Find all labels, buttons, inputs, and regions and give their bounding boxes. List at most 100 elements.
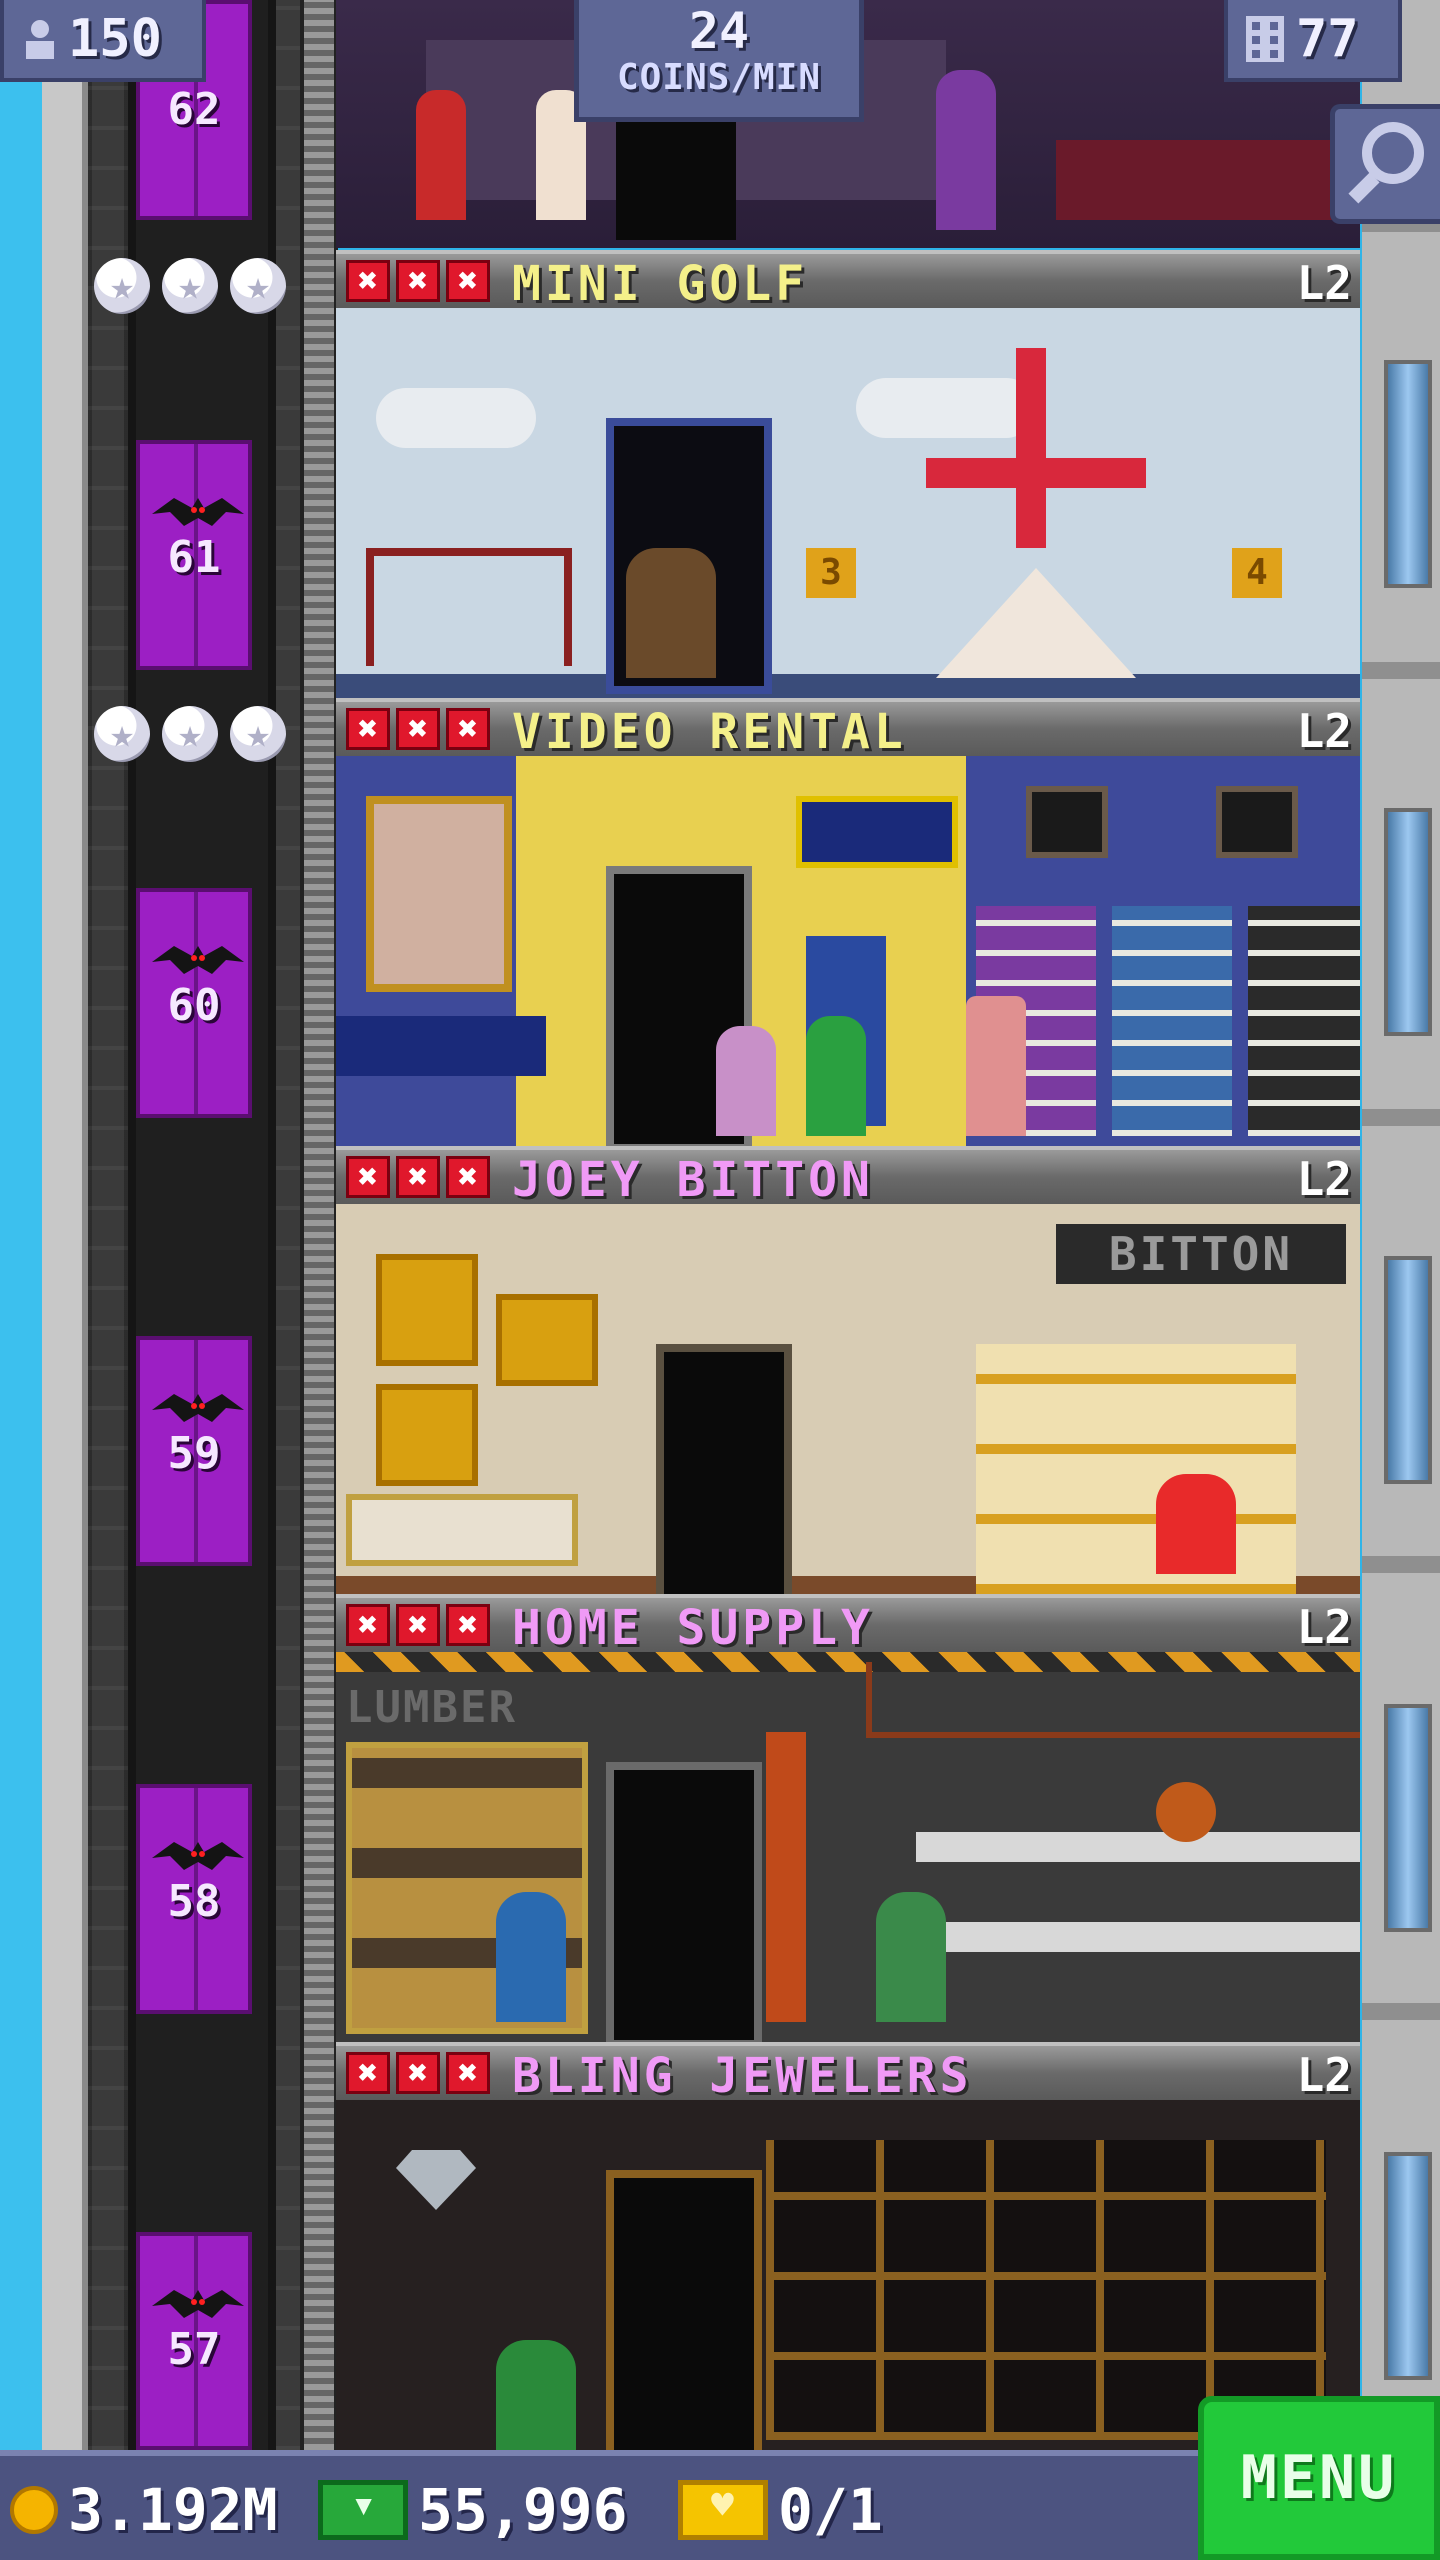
tickets-value: 0/1 [778, 2476, 883, 2544]
tower-window [1384, 1256, 1432, 1484]
floor-count-value: 77 [1296, 9, 1359, 69]
tower-window [1384, 808, 1432, 1036]
floor-interior: BITTON [336, 1204, 1360, 1594]
vip-tickets[interactable]: 0/1 [678, 2476, 883, 2544]
star-icon: ★ [230, 258, 286, 314]
bat-icon [152, 490, 244, 534]
elevator-car-61[interactable]: 61 [136, 440, 252, 670]
out-of-stock-icon: ✖ [396, 708, 440, 750]
floor-name: MINI GOLF [512, 256, 809, 312]
floor-name: JOEY BITTON [512, 1152, 874, 1208]
tower-window [1384, 1704, 1432, 1932]
golf-hole-marker: 3 [806, 548, 856, 598]
out-of-stock-icon: ✖ [396, 1156, 440, 1198]
star-icon: ★ [162, 706, 218, 762]
elevator-floor-number: 62 [167, 84, 221, 135]
floor-mini-golf[interactable]: ✖ ✖ ✖ MINI GOLF L2 3 4 [336, 250, 1360, 698]
out-of-stock-icon: ✖ [396, 1604, 440, 1646]
floor-61-stars: ★ ★ ★ [94, 258, 304, 318]
star-icon: ★ [94, 706, 150, 762]
floor-interior: 3 4 [336, 308, 1360, 698]
coins-per-minute-value: 24 [688, 2, 750, 60]
building-icon [1246, 16, 1284, 62]
out-of-stock-icon: ✖ [446, 2052, 490, 2094]
bux-balance[interactable]: 55,996 [318, 2476, 628, 2544]
floor-header: ✖ ✖ ✖ MINI GOLF L2 [336, 250, 1360, 312]
floor-video-rental[interactable]: ✖ ✖ ✖ VIDEO RENTAL L2 [336, 698, 1360, 1146]
out-of-stock-icon: ✖ [446, 1156, 490, 1198]
elevator-floor-number: 58 [167, 1876, 221, 1927]
floor-home-supply[interactable]: ✖ ✖ ✖ HOME SUPPLY L2 LUMBER [336, 1594, 1360, 2042]
bat-icon [152, 938, 244, 982]
stock-indicators: ✖ ✖ ✖ [346, 708, 490, 750]
elevator-floor-number: 61 [167, 532, 221, 583]
sky [0, 0, 42, 2560]
magnifier-icon [1348, 122, 1424, 204]
floor-level: L2 [1296, 704, 1352, 758]
stock-indicators: ✖ ✖ ✖ [346, 2052, 490, 2094]
star-icon: ★ [94, 258, 150, 314]
star-icon: ★ [230, 706, 286, 762]
out-of-stock-icon: ✖ [446, 1604, 490, 1646]
elevator-car-57[interactable]: 57 [136, 2232, 252, 2450]
elevator-floor-number: 59 [167, 1428, 221, 1479]
floor-header: ✖ ✖ ✖ BLING JEWELERS L2 [336, 2042, 1360, 2104]
tower-outer-wall [42, 0, 88, 2560]
floor-level: L2 [1296, 256, 1352, 310]
menu-label: MENU [1240, 2443, 1398, 2513]
bat-icon [152, 1834, 244, 1878]
floor-header: ✖ ✖ ✖ JOEY BITTON L2 [336, 1146, 1360, 1208]
elevator-rail [300, 0, 338, 2450]
out-of-stock-icon: ✖ [446, 708, 490, 750]
floor-name: BLING JEWELERS [512, 2048, 973, 2104]
floor-counter[interactable]: 77 [1224, 0, 1402, 82]
tower-window [1384, 360, 1432, 588]
floor-header: ✖ ✖ ✖ HOME SUPPLY L2 [336, 1594, 1360, 1656]
elevator-car-59[interactable]: 59 [136, 1336, 252, 1566]
bat-icon [152, 1386, 244, 1430]
star-icon: ★ [162, 258, 218, 314]
coins-value: 3.192M [68, 2476, 278, 2544]
elevator-car-58[interactable]: 58 [136, 1784, 252, 2014]
bat-icon [152, 2282, 244, 2326]
floor-interior: LUMBER [336, 1652, 1360, 2042]
person-icon [26, 20, 54, 59]
tower-window [1384, 2152, 1432, 2380]
stock-indicators: ✖ ✖ ✖ [346, 1156, 490, 1198]
out-of-stock-icon: ✖ [346, 1604, 390, 1646]
floor-bling-jewelers[interactable]: ✖ ✖ ✖ BLING JEWELERS L2 [336, 2042, 1360, 2450]
elevator-floor-number: 57 [167, 2324, 221, 2375]
floor-60-stars: ★ ★ ★ [94, 706, 304, 766]
floor-joey-bitton[interactable]: ✖ ✖ ✖ JOEY BITTON L2 BITTON [336, 1146, 1360, 1594]
search-button[interactable] [1330, 104, 1440, 224]
out-of-stock-icon: ✖ [396, 260, 440, 302]
out-of-stock-icon: ✖ [346, 2052, 390, 2094]
coin-icon [10, 2486, 58, 2534]
elevator-car-60[interactable]: 60 [136, 888, 252, 1118]
out-of-stock-icon: ✖ [396, 2052, 440, 2094]
population-counter[interactable]: 150 [0, 0, 206, 82]
coins-per-minute-label: COINS/MIN [616, 57, 822, 98]
out-of-stock-icon: ✖ [346, 1156, 390, 1198]
floor-interior [336, 756, 1360, 1146]
bux-icon [318, 2479, 408, 2540]
floor-header: ✖ ✖ ✖ VIDEO RENTAL L2 [336, 698, 1360, 760]
coins-balance[interactable]: 3.192M [10, 2476, 278, 2544]
store-sign: BITTON [1056, 1224, 1346, 1284]
store-sign: LUMBER [346, 1682, 517, 1733]
population-value: 150 [68, 9, 162, 69]
stock-indicators: ✖ ✖ ✖ [346, 260, 490, 302]
out-of-stock-icon: ✖ [346, 260, 390, 302]
elevator-lane [128, 0, 276, 2450]
floor-name: HOME SUPPLY [512, 1600, 874, 1656]
floor-level: L2 [1296, 1152, 1352, 1206]
golf-hole-marker: 4 [1232, 548, 1282, 598]
elevator-floor-number: 60 [167, 980, 221, 1031]
floor-name: VIDEO RENTAL [512, 704, 907, 760]
floor-level: L2 [1296, 2048, 1352, 2102]
menu-button[interactable]: MENU [1198, 2396, 1440, 2560]
vip-ticket-icon [678, 2480, 768, 2540]
out-of-stock-icon: ✖ [446, 260, 490, 302]
bux-value: 55,996 [418, 2476, 628, 2544]
coins-per-minute: 24 COINS/MIN [574, 0, 864, 122]
